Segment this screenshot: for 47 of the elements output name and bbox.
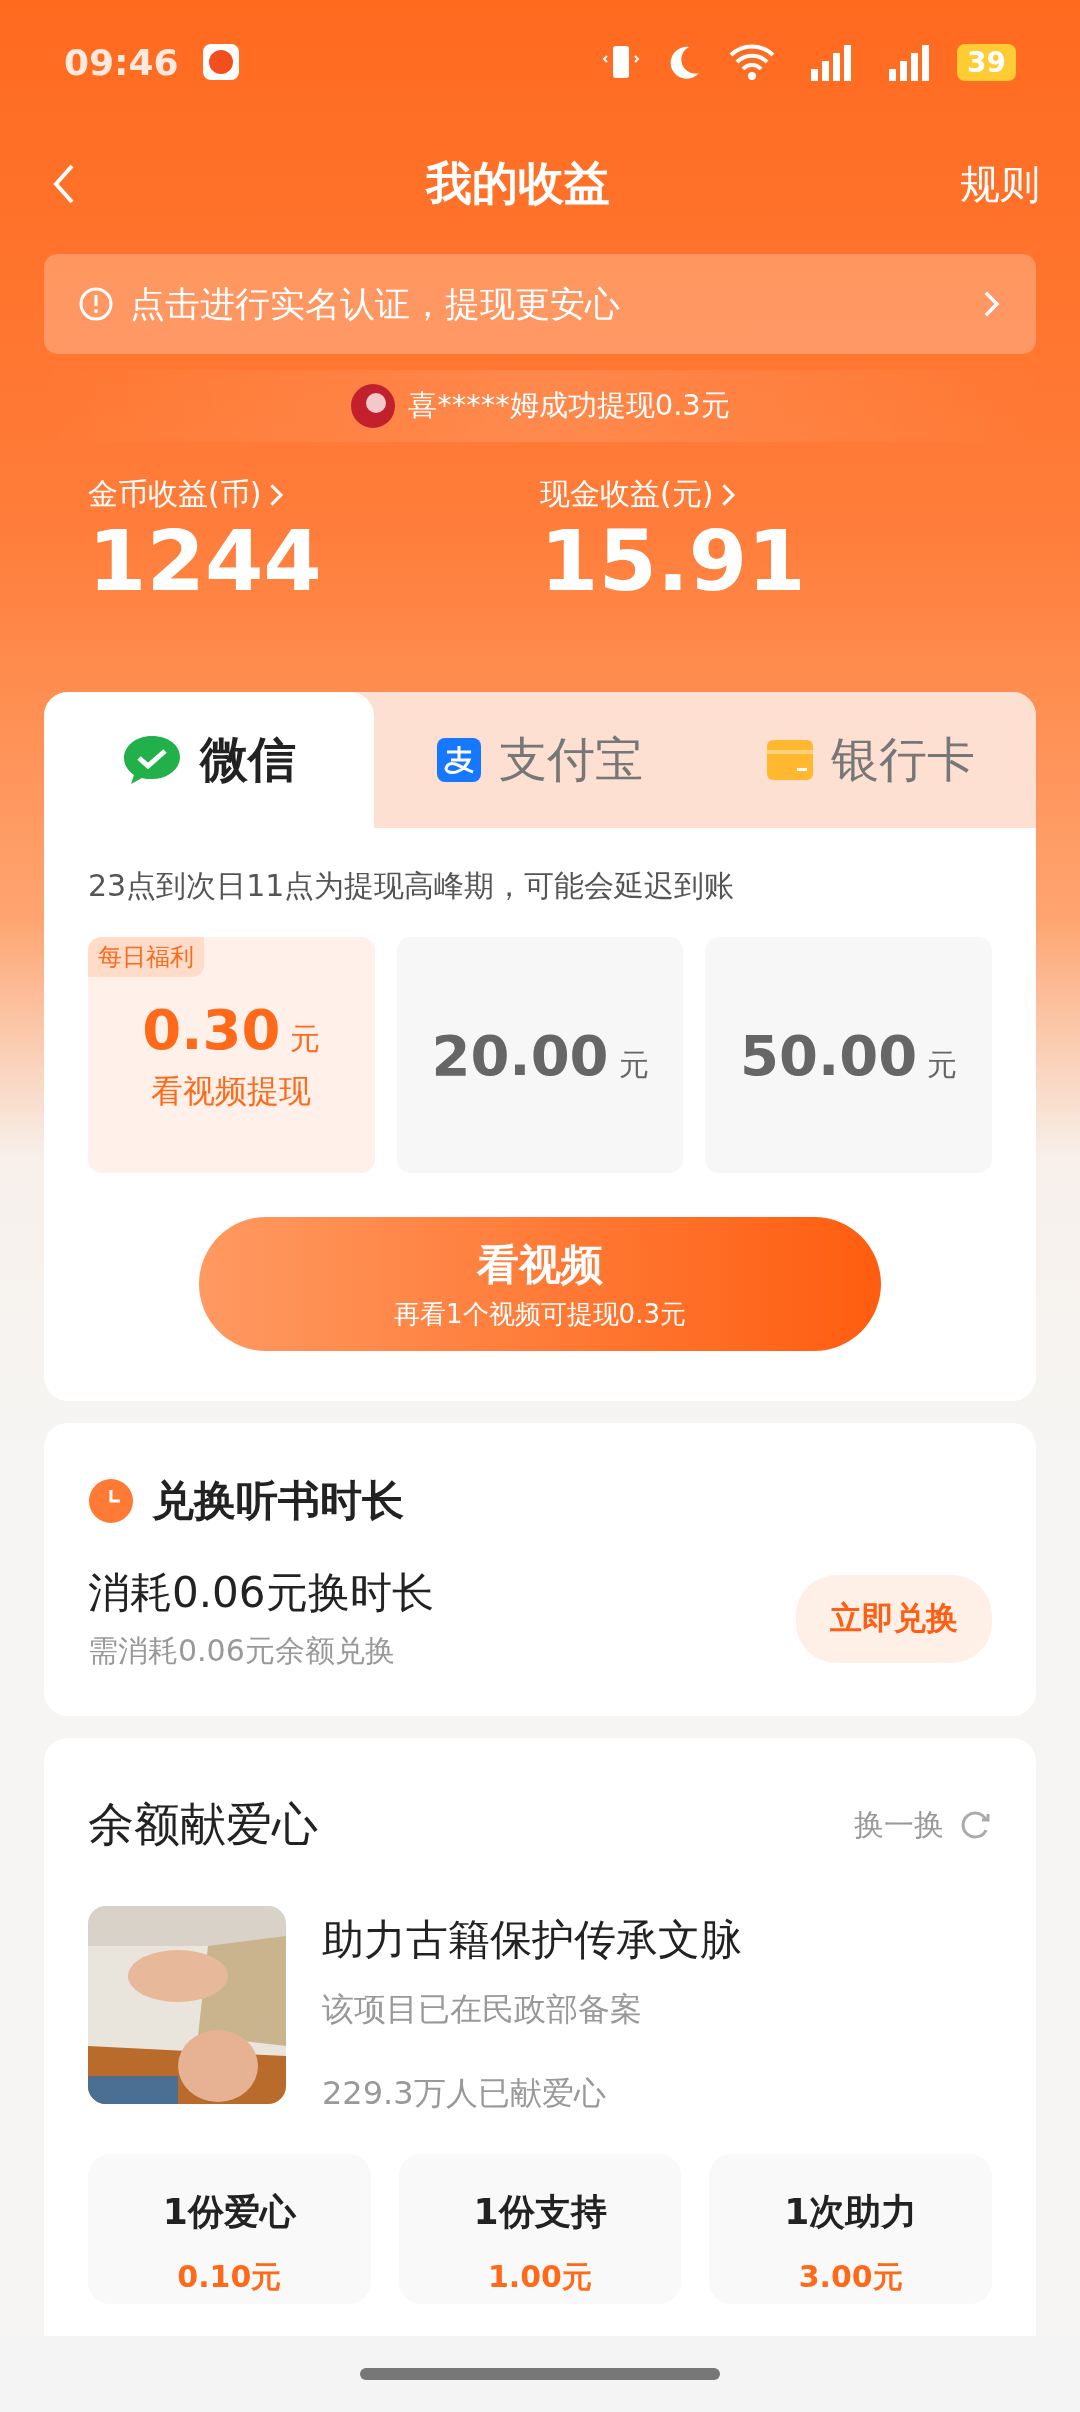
donation-option[interactable]: 1份支持 1.00元 [398,2154,682,2304]
card-icon [766,740,813,780]
app-icon [202,44,239,80]
banner-text: 点击进行实名认证，提现更安心 [130,282,621,326]
battery-level: 39 [957,43,1016,81]
payment-tab[interactable]: 银行卡 [705,692,1036,828]
payment-tab[interactable]: 微信 [44,692,374,828]
peak-notice: 23点到次日11点为提现高峰期，可能会延迟到账 [88,867,736,905]
amount-option[interactable]: 20.00 元 [396,937,684,1173]
back-icon[interactable] [52,162,76,206]
amount-option[interactable]: 50.00 元 [705,937,992,1173]
chat-check-icon [122,734,182,786]
donation-option[interactable]: 1次助力 3.00元 [709,2154,992,2304]
amount-option[interactable]: 每日福利 0.30 元 看视频提现 [88,937,375,1173]
section-title: 余额献爱心 [88,1796,319,1853]
balance-value: 15.91 [540,515,807,608]
amount-caption: 看视频提现 [151,1070,312,1112]
watch-video-button[interactable]: 看视频 再看1个视频可提现0.3元 [199,1217,881,1351]
pay-icon [436,738,481,782]
rules-link[interactable]: 规则 [960,156,1040,212]
project-title: 助力古籍保护传承文脉 [322,1914,742,1966]
donor-count: 229.3万人已献爱心 [322,2073,607,2114]
exchange-title: 消耗0.06元换时长 [88,1567,435,1619]
verification-banner[interactable]: 点击进行实名认证，提现更安心 [44,254,1036,354]
chevron-right-icon [983,290,1000,318]
welfare-tag: 每日福利 [88,937,204,977]
status-time: 09:46 [64,41,179,83]
alert-icon [78,286,114,322]
clock-icon [88,1478,134,1524]
exchange-subtitle: 需消耗0.06元余额兑换 [88,1632,396,1670]
page-title: 我的收益 [424,155,611,212]
refresh-link[interactable]: 换一换 [854,1804,944,1846]
avatar [350,383,397,429]
chevron-right-icon [721,482,736,507]
balance-value: 1244 [88,515,323,608]
donation-option[interactable]: 1份爱心 0.10元 [88,2154,371,2304]
section-title: 兑换听书时长 [152,1475,404,1527]
chevron-right-icon [269,482,284,507]
amount-value: 0.30 元 [142,996,321,1062]
balance-label[interactable]: 金币收益(币) [88,474,540,515]
amount-value: 20.00 元 [431,1022,649,1088]
withdrawal-ticker: 喜*****姆成功提现0.3元 [408,387,730,424]
amount-value: 50.00 元 [740,1022,958,1088]
balance-label[interactable]: 现金收益(元) [540,474,992,515]
project-subtitle: 该项目已在民政部备案 [322,1989,643,2030]
exchange-button[interactable]: 立即兑换 [796,1574,992,1663]
payment-tab[interactable]: 支付宝 [374,692,705,828]
